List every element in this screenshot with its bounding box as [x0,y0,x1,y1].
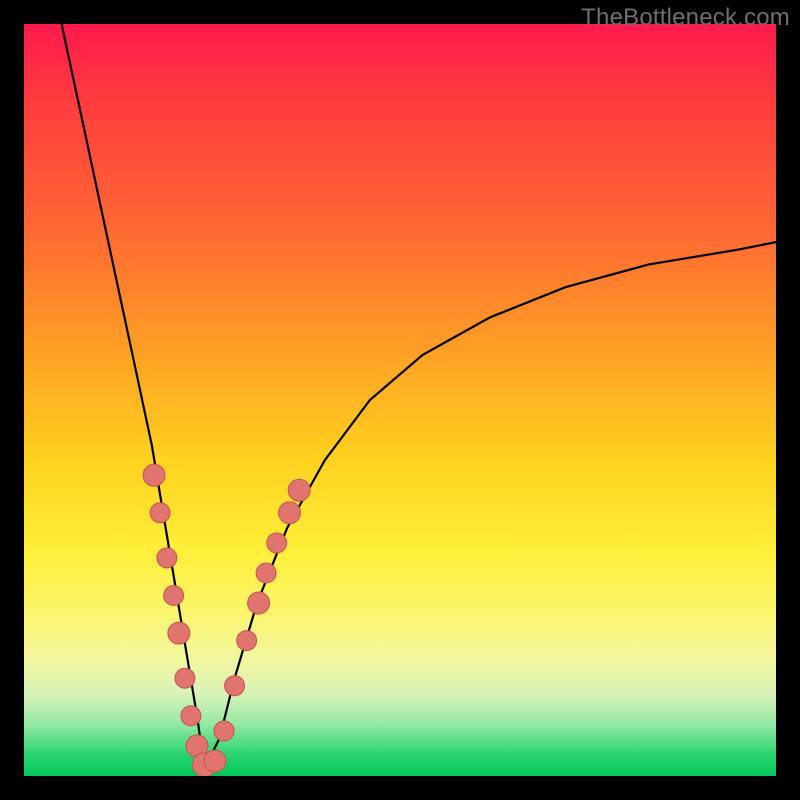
chart-frame: TheBottleneck.com [0,0,800,800]
data-marker [214,721,234,741]
data-marker [157,548,177,568]
data-marker [181,706,201,726]
data-marker [143,464,165,486]
chart-svg [24,24,776,776]
bottleneck-curve [62,24,776,769]
data-marker [225,676,245,696]
data-marker [256,563,276,583]
data-marker [168,622,190,644]
data-marker [279,502,301,524]
data-marker [248,592,270,614]
data-marker [267,533,287,553]
watermark-text: TheBottleneck.com [581,4,790,32]
data-marker [150,503,170,523]
chart-plot-area [24,24,776,776]
data-marker [175,668,195,688]
data-marker [164,586,184,606]
marker-group [143,464,310,776]
data-marker [288,479,310,501]
data-marker [204,750,226,772]
data-marker [237,631,257,651]
